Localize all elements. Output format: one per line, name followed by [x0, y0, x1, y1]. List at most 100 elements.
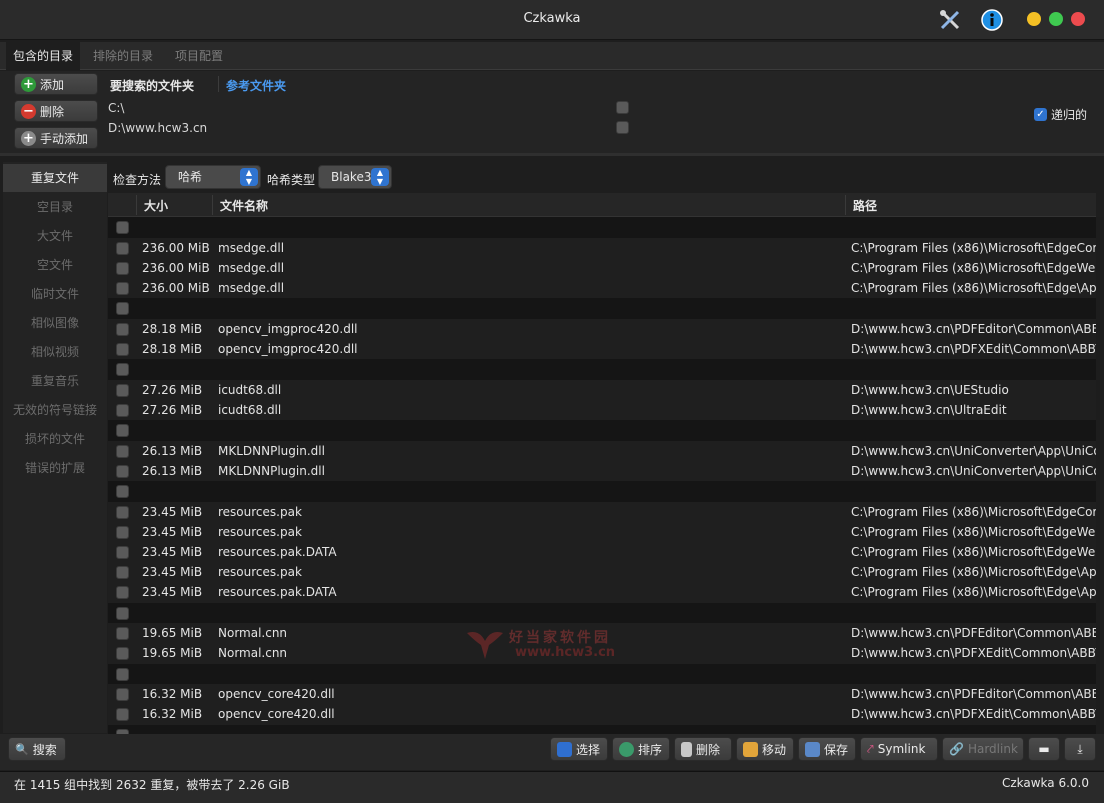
row-checkbox[interactable] — [116, 647, 129, 661]
recursive-option[interactable]: ✓ 递归的 — [1034, 106, 1087, 123]
row-checkbox[interactable] — [116, 383, 129, 397]
table-row[interactable]: 27.26 MiB icudt68.dll D:\www.hcw3.cn\Ultra… — [108, 399, 1096, 421]
info-icon[interactable] — [980, 8, 1004, 32]
sidebar-item-invalid-symlinks[interactable]: 无效的符号链接 — [3, 396, 107, 424]
table-row[interactable]: 28.18 MiB opencv_imgproc420.dll D:\www.hcw… — [108, 338, 1096, 360]
table-row[interactable]: 19.65 MiB Normal.cnn D:\www.hcw3.cn\PDFEdi… — [108, 623, 1096, 644]
maximize-button[interactable] — [1049, 12, 1063, 26]
close-button[interactable] — [1071, 12, 1085, 26]
row-checkbox[interactable] — [116, 302, 129, 316]
sidebar-item-temp-files[interactable]: 临时文件 — [3, 280, 107, 308]
sidebar-item-similar-images[interactable]: 相似图像 — [3, 309, 107, 337]
hardlink-button[interactable]: 🔗 Hardlink — [942, 737, 1024, 761]
row-checkbox[interactable] — [116, 464, 129, 478]
cell-name: icudt68.dll — [218, 402, 282, 417]
add-dir-button[interactable]: + 添加 — [14, 73, 98, 95]
row-checkbox[interactable] — [116, 424, 129, 438]
search-button[interactable]: 🔍 搜索 — [8, 737, 66, 761]
row-checkbox[interactable] — [116, 566, 129, 580]
collapse-button[interactable]: ▬ — [1028, 737, 1060, 761]
sort-button[interactable]: 排序 — [612, 737, 670, 761]
column-size[interactable]: 大小 — [144, 197, 168, 214]
row-checkbox[interactable] — [116, 444, 129, 458]
sidebar-item-duplicate-files[interactable]: 重复文件 — [3, 164, 107, 192]
tab-item-config[interactable]: 项目配置 — [168, 42, 230, 70]
dir-path-item[interactable]: C:\ — [108, 101, 124, 115]
column-name[interactable]: 文件名称 — [220, 197, 268, 214]
sidebar-item-similar-videos[interactable]: 相似视频 — [3, 338, 107, 366]
cell-name: icudt68.dll — [218, 382, 282, 397]
row-checkbox[interactable] — [116, 525, 129, 539]
table-row[interactable]: 23.45 MiB resources.pak C:\Program Files (… — [108, 562, 1096, 583]
minimize-button[interactable] — [1027, 12, 1041, 26]
table-row[interactable]: 16.32 MiB opencv_core420.dll D:\www.hcw3.c… — [108, 704, 1096, 725]
table-row[interactable]: 26.13 MiB MKLDNNPlugin.dll D:\www.hcw3.cn\… — [108, 440, 1096, 461]
add-label: 添加 — [40, 77, 65, 92]
group-separator-row[interactable] — [108, 602, 1096, 624]
table-row[interactable]: 19.65 MiB Normal.cnn D:\www.hcw3.cn\PDFXEd… — [108, 643, 1096, 664]
table-row[interactable]: 236.00 MiB msedge.dll C:\Program Files (x8… — [108, 277, 1096, 299]
move-button[interactable]: 移动 — [736, 737, 794, 761]
remove-dir-button[interactable]: − 删除 — [14, 100, 98, 122]
sidebar-item-broken-files[interactable]: 损坏的文件 — [3, 425, 107, 453]
column-path[interactable]: 路径 — [853, 197, 877, 214]
group-separator-row[interactable] — [108, 420, 1096, 441]
row-checkbox[interactable] — [116, 241, 129, 255]
table-row[interactable]: 23.45 MiB resources.pak C:\Program Files (… — [108, 501, 1096, 522]
table-row[interactable]: 236.00 MiB msedge.dll C:\Program Files (x8… — [108, 237, 1096, 258]
row-checkbox[interactable] — [116, 708, 129, 722]
tab-included-dirs[interactable]: 包含的目录 — [6, 42, 81, 70]
row-checkbox[interactable] — [116, 688, 129, 702]
reference-checkbox[interactable] — [616, 101, 629, 114]
row-checkbox[interactable] — [116, 261, 129, 275]
row-checkbox[interactable] — [116, 586, 129, 600]
row-checkbox[interactable] — [116, 322, 129, 336]
sidebar-item-empty-dirs[interactable]: 空目录 — [3, 193, 107, 221]
select-button[interactable]: 选择 — [550, 737, 608, 761]
group-separator-row[interactable] — [108, 663, 1096, 685]
table-row[interactable]: 27.26 MiB icudt68.dll D:\www.hcw3.cn\UEStu… — [108, 379, 1096, 400]
table-row[interactable]: 23.45 MiB resources.pak C:\Program Files (… — [108, 521, 1096, 543]
tab-excluded-dirs[interactable]: 排除的目录 — [86, 42, 160, 70]
sidebar-item-duplicate-music[interactable]: 重复音乐 — [3, 367, 107, 395]
save-button[interactable]: 保存 — [798, 737, 856, 761]
delete-button[interactable]: 删除 — [674, 737, 732, 761]
row-checkbox[interactable] — [116, 342, 129, 356]
row-checkbox[interactable] — [116, 221, 129, 234]
row-checkbox[interactable] — [116, 281, 129, 295]
row-checkbox[interactable] — [116, 485, 129, 499]
table-row[interactable]: 28.18 MiB opencv_imgproc420.dll D:\www.hcw… — [108, 318, 1096, 339]
download-button[interactable]: ⤓ — [1064, 737, 1096, 761]
sidebar-item-big-files[interactable]: 大文件 — [3, 222, 107, 250]
group-separator-row[interactable] — [108, 298, 1096, 319]
checkmark-icon: ✓ — [1034, 108, 1047, 121]
hash-type-select[interactable]: Blake3 ▲ ▼ — [318, 165, 392, 189]
row-checkbox[interactable] — [116, 627, 129, 641]
row-checkbox[interactable] — [116, 667, 129, 681]
vertical-scrollbar[interactable] — [1096, 217, 1104, 734]
manual-add-button[interactable]: + 手动添加 — [14, 127, 98, 149]
check-method-select[interactable]: 哈希 ▲ ▼ — [165, 165, 261, 189]
symlink-button[interactable]: ⤤ Symlink — [860, 737, 938, 761]
row-checkbox[interactable] — [116, 363, 129, 377]
table-row[interactable]: 236.00 MiB msedge.dll C:\Program Files (x8… — [108, 257, 1096, 278]
table-row[interactable]: 23.45 MiB resources.pak.DATA C:\Program Fi… — [108, 542, 1096, 563]
group-separator-row[interactable] — [108, 359, 1096, 380]
sidebar-item-bad-extensions[interactable]: 错误的扩展 — [3, 454, 107, 482]
row-checkbox[interactable] — [116, 546, 129, 560]
reference-checkbox[interactable] — [616, 121, 629, 134]
sidebar-item-empty-files[interactable]: 空文件 — [3, 251, 107, 279]
tools-icon[interactable] — [938, 8, 962, 32]
row-checkbox[interactable] — [116, 606, 129, 620]
dir-path-item[interactable]: D:\www.hcw3.cn — [108, 121, 207, 135]
group-separator-row[interactable] — [108, 217, 1096, 238]
row-checkbox[interactable] — [116, 403, 129, 417]
cell-name: msedge.dll — [218, 240, 285, 255]
table-row[interactable]: 26.13 MiB MKLDNNPlugin.dll D:\www.hcw3.cn\… — [108, 460, 1096, 482]
group-separator-row[interactable] — [108, 481, 1096, 502]
table-row[interactable]: 23.45 MiB resources.pak.DATA C:\Program Fi… — [108, 582, 1096, 603]
row-checkbox[interactable] — [116, 505, 129, 519]
group-separator-row[interactable] — [108, 724, 1096, 734]
table-row[interactable]: 16.32 MiB opencv_core420.dll D:\www.hcw3.c… — [108, 684, 1096, 705]
minus-icon: − — [21, 103, 36, 119]
